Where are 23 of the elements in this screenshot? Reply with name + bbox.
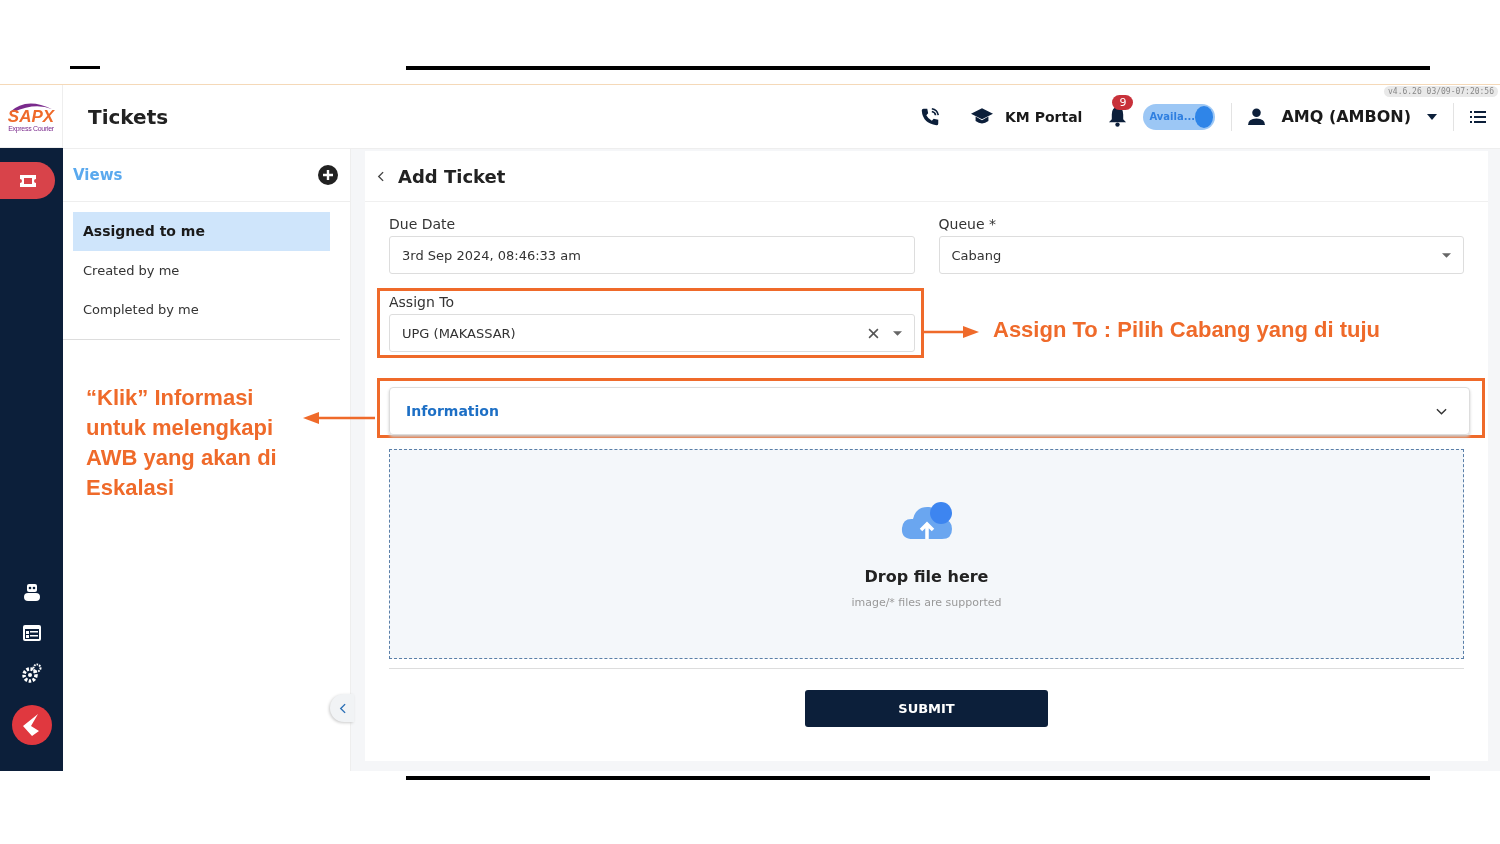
information-section[interactable]: Information xyxy=(389,387,1470,435)
km-portal-link[interactable]: KM Portal xyxy=(1005,108,1083,125)
user-menu[interactable]: AMQ (AMBON) xyxy=(1281,107,1411,126)
submit-button[interactable]: SUBMIT xyxy=(805,690,1048,727)
views-heading: Views xyxy=(73,166,123,184)
dropzone-hint: image/* files are supported xyxy=(851,596,1002,609)
field-label: Assign To xyxy=(389,294,455,310)
version-label: v4.6.26 03/09-07:20:56 xyxy=(1384,86,1498,97)
date-field[interactable]: 3rd Sep 2024, 08:46:33 am xyxy=(389,236,915,274)
view-item[interactable]: Created by me xyxy=(73,251,330,290)
select-field[interactable]: Cabang xyxy=(938,236,1464,274)
field-label: Due Date xyxy=(389,216,457,232)
form-title: Add Ticket xyxy=(398,165,506,187)
notification-count: 9 xyxy=(1112,95,1134,110)
annotation-text: Assign To : Pilih Cabang yang di tuju xyxy=(993,317,1381,343)
dropzone[interactable]: Drop file here image/* files are supported xyxy=(389,449,1464,659)
page-title: Tickets xyxy=(88,104,169,129)
select-field[interactable]: UPG (MAKASSAR) xyxy=(389,314,915,352)
view-item[interactable]: Completed by me xyxy=(73,290,330,329)
field-label: Queue * xyxy=(938,216,997,232)
dropzone-title: Drop file here xyxy=(864,567,989,586)
annotation-text: “Klik” Informasi untuk melengkapi AWB yang akan di Eskalasi xyxy=(86,384,278,502)
view-item[interactable]: Assigned to me xyxy=(73,212,330,251)
